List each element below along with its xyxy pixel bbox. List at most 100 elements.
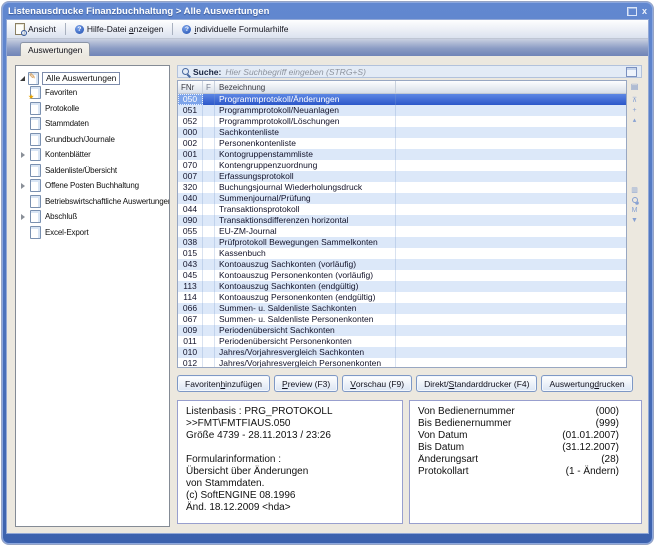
tree-item-offene-posten-buchhaltung[interactable]: Offene Posten Buchhaltung <box>30 178 167 194</box>
table-row[interactable]: 001Kontogruppenstammliste <box>178 149 626 160</box>
cell-fnr: 002 <box>178 138 203 149</box>
table-row[interactable]: 045Kontoauszug Personenkonten (vorläufig… <box>178 270 626 281</box>
cell-filler <box>396 347 626 358</box>
table-row[interactable]: 002Personenkontenliste <box>178 138 626 149</box>
content: Alle Auswertungen Favoriten ProtokolleSta… <box>7 56 648 533</box>
cell-f <box>203 347 215 358</box>
search-bar[interactable]: Suche: Hier Suchbegriff eingeben (STRG+S… <box>177 65 642 78</box>
table-row[interactable]: 038Prüfprotokoll Bewegungen Sammelkonten <box>178 237 626 248</box>
table-row[interactable]: 012Jahres/Vorjahresvergleich Personenkon… <box>178 358 626 368</box>
tree-root-alle-auswertungen[interactable]: Alle Auswertungen <box>20 71 167 85</box>
column-header-bezeichnung[interactable]: Bezeichnung <box>215 81 396 93</box>
table-row[interactable]: 043Kontoauszug Sachkonten (vorläufig) <box>178 259 626 270</box>
cell-fnr: 010 <box>178 347 203 358</box>
parameter-label: Bis Datum <box>418 442 527 454</box>
search-input[interactable]: Hier Suchbegriff eingeben (STRG+S) <box>225 67 622 77</box>
cell-fnr: 067 <box>178 314 203 325</box>
restore-icon[interactable] <box>627 7 637 16</box>
cell-bezeichnung: Kontoauszug Personenkonten (endgültig) <box>215 292 396 303</box>
table-body: 050Programmprotokoll/Änderungen051Progra… <box>178 94 626 368</box>
toolbar-button-ansicht[interactable]: Ansicht <box>11 22 60 36</box>
close-icon[interactable] <box>642 7 647 15</box>
parameter-label: Von Datum <box>418 430 527 442</box>
cell-bezeichnung: Programmprotokoll/Löschungen <box>215 116 396 127</box>
tree-item-kontenblätter[interactable]: Kontenblätter <box>30 147 167 163</box>
favoriten-hinzufügen-button[interactable]: Favoriten hinzufügen <box>177 375 270 392</box>
parameter-row: Bis Bedienernummer(999) <box>418 418 633 430</box>
insert-row-icon[interactable]: + <box>629 105 640 115</box>
table-row[interactable]: 044Transaktionsprotokoll <box>178 204 626 215</box>
cell-bezeichnung: EU-ZM-Journal <box>215 226 396 237</box>
filter-icon[interactable]: ▼ <box>629 215 640 225</box>
collapse-icon[interactable] <box>20 76 25 81</box>
table-row[interactable]: 007Erfassungsprotokoll <box>178 171 626 182</box>
document-icon <box>30 133 41 146</box>
table-row[interactable]: 040Summenjournal/Prüfung <box>178 193 626 204</box>
tree-item-abschluß[interactable]: Abschluß <box>30 209 167 225</box>
table-row[interactable]: 009Periodenübersicht Sachkonten <box>178 325 626 336</box>
expand-icon[interactable] <box>21 183 25 189</box>
table-row[interactable]: 052Programmprotokoll/Löschungen <box>178 116 626 127</box>
tree-item-betriebswirtschaftliche-auswertungen[interactable]: Betriebswirtschaftliche Auswertungen <box>30 194 167 210</box>
table-row[interactable]: 050Programmprotokoll/Änderungen <box>178 94 626 105</box>
table-row[interactable]: 010Jahres/Vorjahresvergleich Sachkonten <box>178 347 626 358</box>
tab-auswertungen[interactable]: Auswertungen <box>20 42 90 56</box>
toolbar-button-hilfe-datei-anzeigen[interactable]: Hilfe-Datei anzeigen <box>71 23 168 35</box>
cell-fnr: 090 <box>178 215 203 226</box>
tree-item-protokolle[interactable]: Protokolle <box>30 101 167 117</box>
navigate-top-icon[interactable]: ⊼ <box>629 95 640 105</box>
table-row[interactable]: 113Kontoauszug Sachkonten (endgültig) <box>178 281 626 292</box>
cell-fnr: 055 <box>178 226 203 237</box>
toolbar-button-label: Ansicht <box>28 24 56 34</box>
info-line: Übersicht über Änderungen <box>186 466 394 478</box>
main-panel: Suche: Hier Suchbegriff eingeben (STRG+S… <box>177 65 642 527</box>
auswertung-drucken-button[interactable]: Auswertung drucken <box>541 375 632 392</box>
table-row[interactable]: 066Summen- u. Saldenliste Sachkonten <box>178 303 626 314</box>
toolbar-button-individuelle-formularhilfe[interactable]: individuelle Formularhilfe <box>178 23 292 35</box>
parameter-label: Änderungsart <box>418 454 527 466</box>
table-row[interactable]: 011Periodenübersicht Personenkonten <box>178 336 626 347</box>
table-header[interactable]: FNr F Bezeichnung <box>178 81 626 94</box>
titlebar[interactable]: Listenausdrucke Finanzbuchhaltung > Alle… <box>2 2 653 19</box>
cell-fnr: 070 <box>178 160 203 171</box>
tree-item-saldenliste-übersicht[interactable]: Saldenliste/Übersicht <box>30 163 167 179</box>
table-row[interactable]: 051Programmprotokoll/Neuanlagen <box>178 105 626 116</box>
column-header-f[interactable]: F <box>203 81 215 93</box>
cell-fnr: 066 <box>178 303 203 314</box>
tree-items: Favoriten ProtokolleStammdatenGrundbuch/J… <box>20 85 167 240</box>
document-icon <box>30 164 41 177</box>
cell-filler <box>396 127 626 138</box>
mark-icon[interactable]: M <box>629 205 640 215</box>
table-row[interactable]: 114Kontoauszug Personenkonten (endgültig… <box>178 292 626 303</box>
view-icon <box>15 23 25 35</box>
column-header-fnr[interactable]: FNr <box>178 81 203 93</box>
navigate-up-icon[interactable]: ▴ <box>629 115 640 125</box>
table-row[interactable]: 015Kassenbuch <box>178 248 626 259</box>
vorschau-f9-button[interactable]: Vorschau (F9) <box>342 375 412 392</box>
table-row[interactable]: 070Kontengruppenzuordnung <box>178 160 626 171</box>
table-row[interactable]: 067Summen- u. Saldenliste Personenkonten <box>178 314 626 325</box>
tree-item-favoriten[interactable]: Favoriten <box>30 85 167 101</box>
tree-item-label: Favoriten <box>45 88 77 97</box>
tree-item-stammdaten[interactable]: Stammdaten <box>30 116 167 132</box>
table-row[interactable]: 000Sachkontenliste <box>178 127 626 138</box>
cell-bezeichnung: Sachkontenliste <box>215 127 396 138</box>
table-row[interactable]: 090 Transaktionsdifferenzen horizontal <box>178 215 626 226</box>
preview-f3-button[interactable]: Preview (F3) <box>274 375 338 392</box>
expand-icon[interactable] <box>21 214 25 220</box>
tree-item-excel-export[interactable]: Excel-Export <box>30 225 167 241</box>
table-row[interactable]: 320Buchungsjournal Wiederholungsdruck <box>178 182 626 193</box>
cell-f <box>203 138 215 149</box>
info-line: Änd. 18.12.2009 <hda> <box>186 502 394 514</box>
direkt-standarddrucker-f4-button[interactable]: Direkt/Standarddrucker (F4) <box>416 375 537 392</box>
panel-toggle-icon[interactable] <box>626 67 637 77</box>
expand-icon[interactable] <box>21 152 25 158</box>
cell-bezeichnung: Transaktionsdifferenzen horizontal <box>215 215 396 226</box>
tree-item-label: Offene Posten Buchhaltung <box>45 181 139 190</box>
zoom-icon[interactable] <box>629 195 640 205</box>
columns-icon[interactable]: ▥ <box>629 185 640 195</box>
cell-bezeichnung: Periodenübersicht Personenkonten <box>215 336 396 347</box>
column-picker-icon[interactable]: ▤ <box>629 81 640 91</box>
tree-item-grundbuch-journale[interactable]: Grundbuch/Journale <box>30 132 167 148</box>
table-row[interactable]: 055 EU-ZM-Journal <box>178 226 626 237</box>
